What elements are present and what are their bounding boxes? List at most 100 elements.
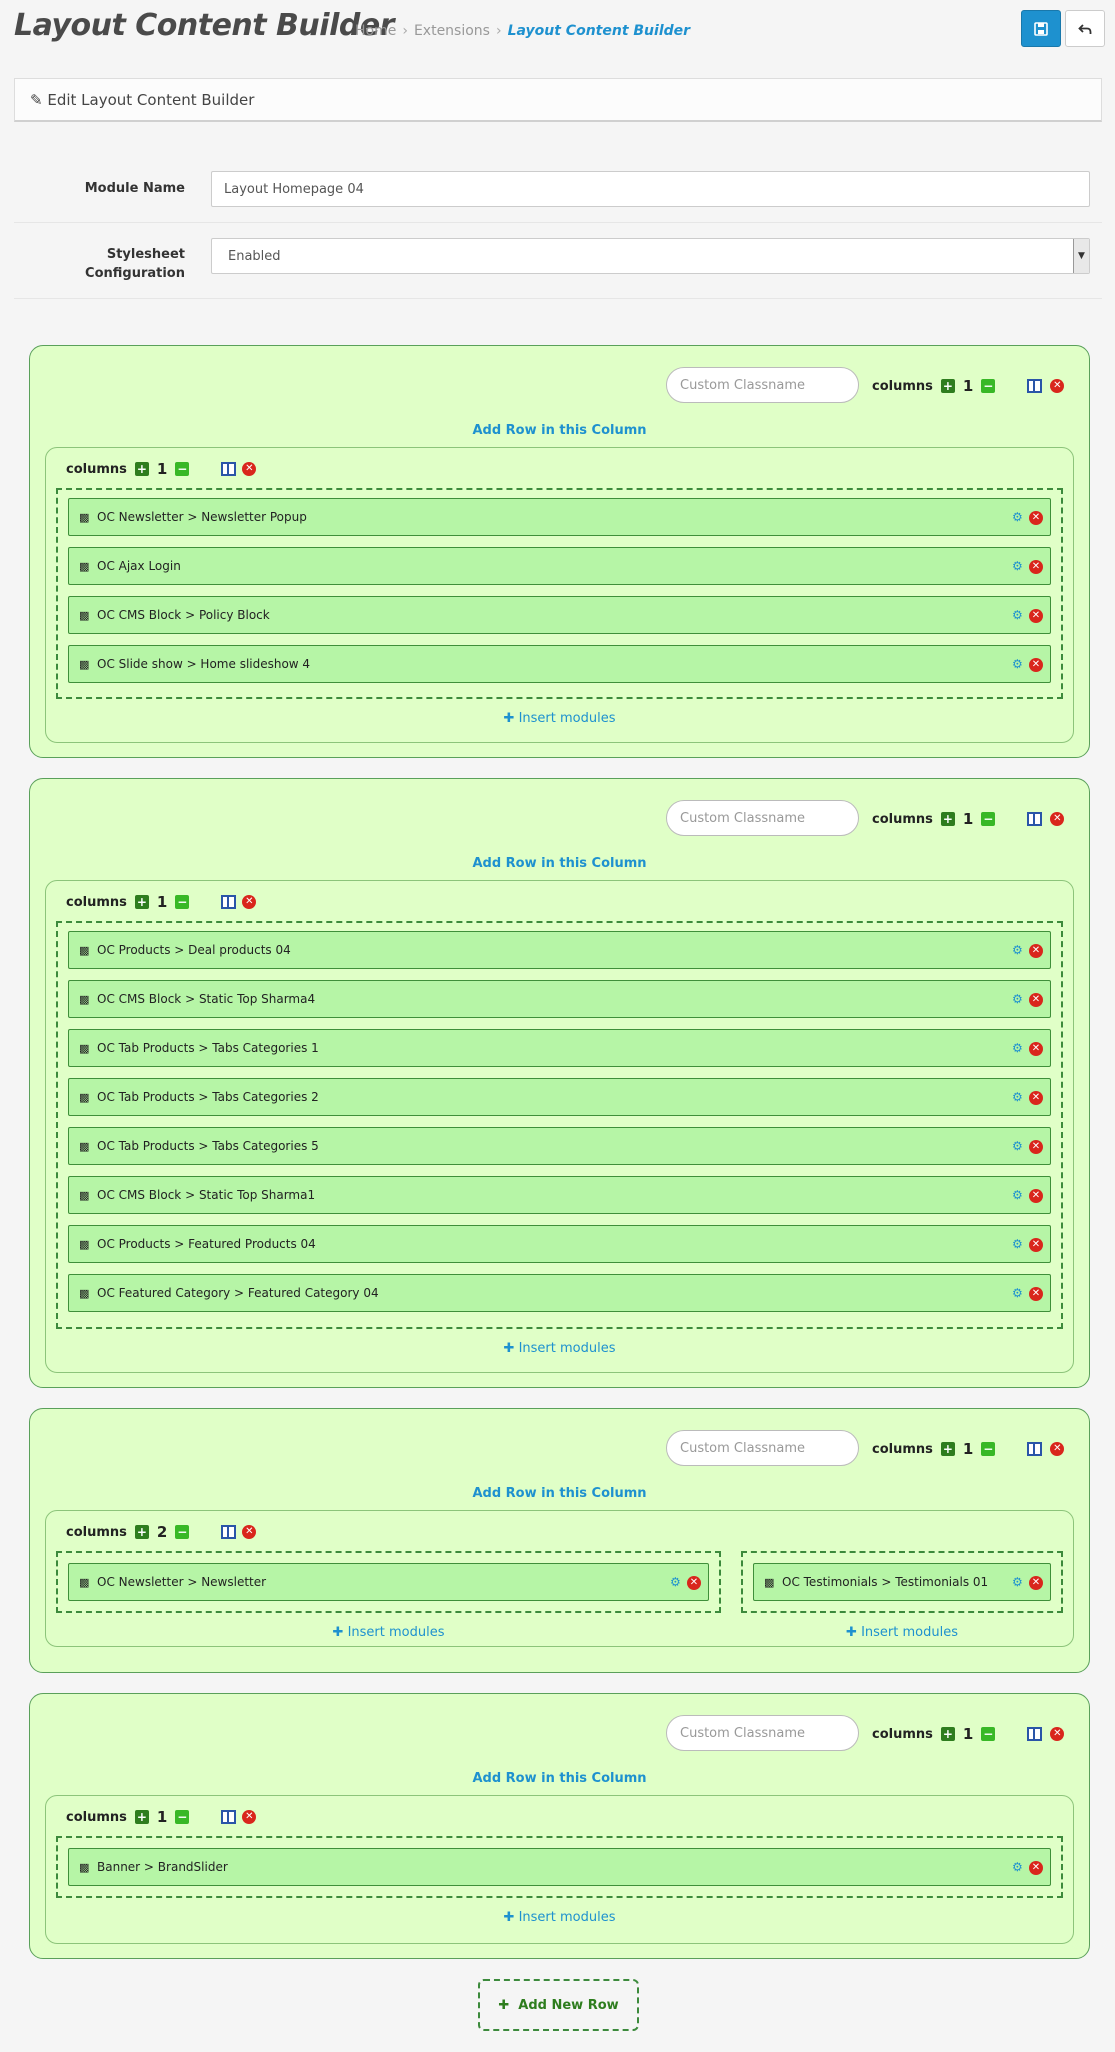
insert-modules-link[interactable]: ✚ Insert modules	[46, 1910, 1073, 1925]
module-item[interactable]: ▩ OC Featured Category > Featured Categor…	[68, 1274, 1051, 1312]
config-icon[interactable]: ⚙	[1012, 943, 1023, 957]
save-button[interactable]	[1021, 10, 1061, 47]
chevron-down-icon[interactable]: ▼	[1073, 239, 1089, 273]
config-icon[interactable]: ⚙	[1012, 1575, 1023, 1589]
config-icon[interactable]: ⚙	[1012, 657, 1023, 671]
breadcrumb-current[interactable]: Layout Content Builder	[508, 23, 690, 39]
module-item[interactable]: ▩ Banner > BrandSlider ⚙ ✕	[68, 1848, 1051, 1886]
stylesheet-select[interactable]: Enabled ▼	[211, 238, 1090, 274]
layout-icon[interactable]	[1027, 379, 1043, 393]
module-item[interactable]: ▩ OC Newsletter > Newsletter ⚙ ✕	[68, 1563, 709, 1601]
remove-column-icon[interactable]: −	[175, 1810, 190, 1824]
module-item[interactable]: ▩ OC CMS Block > Policy Block ⚙ ✕	[68, 596, 1051, 634]
custom-classname-input[interactable]: Custom Classname	[666, 367, 859, 403]
remove-module-icon[interactable]: ✕	[687, 1576, 701, 1590]
config-icon[interactable]: ⚙	[1012, 1090, 1023, 1104]
insert-modules-link[interactable]: ✚ Insert modules	[46, 1341, 1073, 1356]
delete-column-icon[interactable]: ✕	[242, 1810, 257, 1824]
module-name-input[interactable]: Layout Homepage 04	[211, 171, 1090, 207]
layout-icon[interactable]	[221, 1525, 237, 1539]
remove-module-icon[interactable]: ✕	[1029, 1042, 1043, 1056]
remove-module-icon[interactable]: ✕	[1029, 1140, 1043, 1154]
module-item[interactable]: ▩ OC CMS Block > Static Top Sharma1 ⚙ ✕	[68, 1176, 1051, 1214]
add-row-link[interactable]: Add Row in this Column	[30, 1771, 1089, 1786]
delete-row-icon[interactable]: ✕	[1050, 1727, 1065, 1741]
add-column-icon[interactable]: +	[134, 1810, 149, 1824]
remove-column-icon[interactable]: −	[175, 462, 190, 476]
remove-column-icon[interactable]: −	[981, 1442, 996, 1456]
remove-column-icon[interactable]: −	[981, 379, 996, 393]
delete-column-icon[interactable]: ✕	[242, 462, 257, 476]
add-row-link[interactable]: Add Row in this Column	[30, 423, 1089, 438]
config-icon[interactable]: ⚙	[1012, 559, 1023, 573]
breadcrumb-extensions[interactable]: Extensions	[414, 23, 490, 39]
add-column-icon[interactable]: +	[940, 812, 955, 826]
add-column-icon[interactable]: +	[134, 895, 149, 909]
module-item[interactable]: ▩ OC CMS Block > Static Top Sharma4 ⚙ ✕	[68, 980, 1051, 1018]
remove-module-icon[interactable]: ✕	[1029, 1091, 1043, 1105]
config-icon[interactable]: ⚙	[1012, 1139, 1023, 1153]
module-item[interactable]: ▩ OC Ajax Login ⚙ ✕	[68, 547, 1051, 585]
add-row-link[interactable]: Add Row in this Column	[30, 856, 1089, 871]
layout-icon[interactable]	[1027, 1727, 1043, 1741]
add-column-icon[interactable]: +	[134, 1525, 149, 1539]
remove-module-icon[interactable]: ✕	[1029, 1287, 1043, 1301]
delete-column-icon[interactable]: ✕	[242, 895, 257, 909]
custom-classname-input[interactable]: Custom Classname	[666, 1715, 859, 1751]
module-item[interactable]: ▩ OC Products > Deal products 04 ⚙ ✕	[68, 931, 1051, 969]
remove-column-icon[interactable]: −	[175, 1525, 190, 1539]
remove-module-icon[interactable]: ✕	[1029, 511, 1043, 525]
config-icon[interactable]: ⚙	[1012, 1188, 1023, 1202]
remove-column-icon[interactable]: −	[175, 895, 190, 909]
custom-classname-input[interactable]: Custom Classname	[666, 1430, 859, 1466]
add-row-link[interactable]: Add Row in this Column	[30, 1486, 1089, 1501]
module-item[interactable]: ▩ OC Tab Products > Tabs Categories 1 ⚙ ✕	[68, 1029, 1051, 1067]
module-item[interactable]: ▩ OC Newsletter > Newsletter Popup ⚙ ✕	[68, 498, 1051, 536]
module-item[interactable]: ▩ OC Testimonials > Testimonials 01 ⚙ ✕	[753, 1563, 1051, 1601]
insert-modules-link[interactable]: ✚ Insert modules	[741, 1625, 1063, 1640]
insert-modules-link[interactable]: ✚ Insert modules	[46, 711, 1073, 726]
remove-column-icon[interactable]: −	[981, 812, 996, 826]
layout-icon[interactable]	[221, 1810, 237, 1824]
cubes-icon: ▩	[79, 1140, 90, 1153]
module-item[interactable]: ▩ OC Products > Featured Products 04 ⚙ ✕	[68, 1225, 1051, 1263]
config-icon[interactable]: ⚙	[1012, 1860, 1023, 1874]
remove-module-icon[interactable]: ✕	[1029, 993, 1043, 1007]
config-icon[interactable]: ⚙	[1012, 608, 1023, 622]
remove-module-icon[interactable]: ✕	[1029, 609, 1043, 623]
remove-module-icon[interactable]: ✕	[1029, 944, 1043, 958]
layout-icon[interactable]	[1027, 812, 1043, 826]
custom-classname-input[interactable]: Custom Classname	[666, 800, 859, 836]
layout-icon[interactable]	[221, 462, 237, 476]
add-column-icon[interactable]: +	[940, 1727, 955, 1741]
delete-row-icon[interactable]: ✕	[1050, 1442, 1065, 1456]
insert-modules-link[interactable]: ✚ Insert modules	[56, 1625, 721, 1640]
remove-module-icon[interactable]: ✕	[1029, 1238, 1043, 1252]
config-icon[interactable]: ⚙	[670, 1575, 681, 1589]
layout-icon[interactable]	[1027, 1442, 1043, 1456]
module-item[interactable]: ▩ OC Tab Products > Tabs Categories 2 ⚙ ✕	[68, 1078, 1051, 1116]
config-icon[interactable]: ⚙	[1012, 1041, 1023, 1055]
breadcrumb-home[interactable]: Home	[355, 23, 396, 39]
layout-icon[interactable]	[221, 895, 237, 909]
remove-column-icon[interactable]: −	[981, 1727, 996, 1741]
module-item[interactable]: ▩ OC Tab Products > Tabs Categories 5 ⚙ ✕	[68, 1127, 1051, 1165]
config-icon[interactable]: ⚙	[1012, 1286, 1023, 1300]
remove-module-icon[interactable]: ✕	[1029, 560, 1043, 574]
config-icon[interactable]: ⚙	[1012, 1237, 1023, 1251]
add-new-row-button[interactable]: ✚ Add New Row	[478, 1979, 639, 2031]
config-icon[interactable]: ⚙	[1012, 510, 1023, 524]
remove-module-icon[interactable]: ✕	[1029, 658, 1043, 672]
remove-module-icon[interactable]: ✕	[1029, 1189, 1043, 1203]
delete-row-icon[interactable]: ✕	[1050, 812, 1065, 826]
add-column-icon[interactable]: +	[940, 1442, 955, 1456]
remove-module-icon[interactable]: ✕	[1029, 1861, 1043, 1875]
add-column-icon[interactable]: +	[134, 462, 149, 476]
config-icon[interactable]: ⚙	[1012, 992, 1023, 1006]
module-item[interactable]: ▩ OC Slide show > Home slideshow 4 ⚙ ✕	[68, 645, 1051, 683]
back-button[interactable]	[1065, 10, 1105, 47]
add-column-icon[interactable]: +	[940, 379, 955, 393]
remove-module-icon[interactable]: ✕	[1029, 1576, 1043, 1590]
delete-row-icon[interactable]: ✕	[1050, 379, 1065, 393]
delete-column-icon[interactable]: ✕	[242, 1525, 257, 1539]
